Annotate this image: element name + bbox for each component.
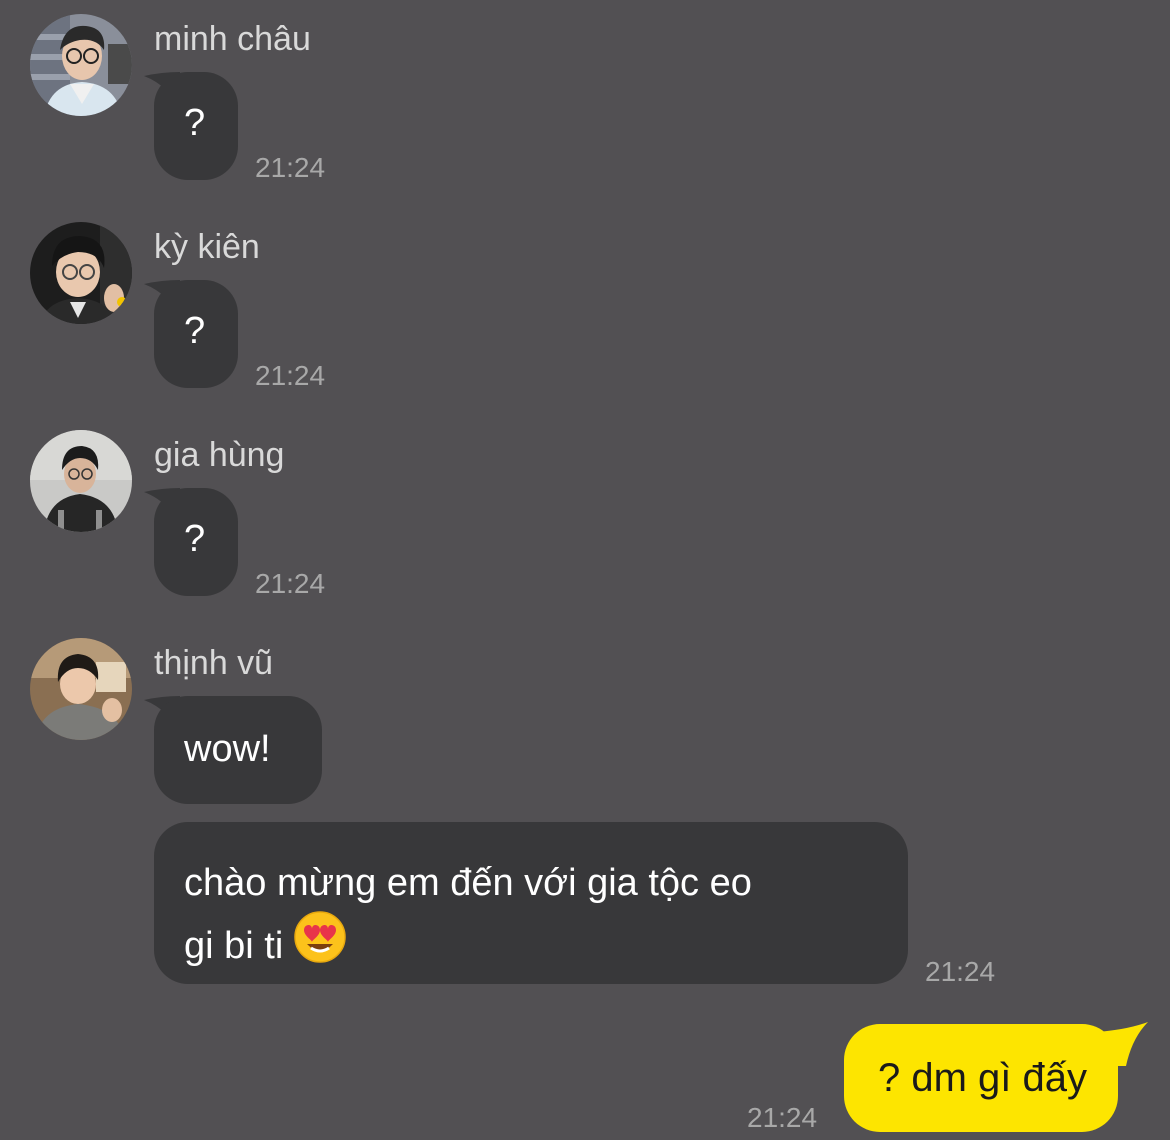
avatar-photo-icon [30, 14, 132, 116]
message-text: chào mừng em đến với gia tộc eo [184, 862, 752, 904]
message-timestamp: 21:24 [255, 152, 326, 183]
message-text: gi bi ti [184, 925, 284, 967]
message-text: ? dm gì đấy [878, 1056, 1088, 1100]
heart-eyes-emoji-icon [293, 910, 347, 979]
message-timestamp: 21:24 [255, 568, 326, 599]
message-bubble[interactable]: ? [154, 488, 238, 596]
message-text: ? [184, 310, 206, 352]
avatar[interactable] [30, 14, 132, 116]
message-bubble[interactable]: wow! [154, 696, 322, 804]
message-timestamp: 21:24 [925, 956, 996, 987]
sender-name: gia hùng [154, 436, 285, 474]
avatar[interactable] [30, 638, 132, 740]
message-text: ? [184, 518, 206, 560]
avatar-photo-icon [30, 430, 132, 532]
sender-name: kỳ kiên [154, 228, 260, 266]
avatar[interactable] [30, 222, 132, 324]
avatar-photo-icon [30, 638, 132, 740]
message-bubble[interactable]: ? [154, 72, 238, 180]
message-text: wow! [184, 728, 271, 770]
avatar[interactable] [30, 430, 132, 532]
message-bubble[interactable]: ? [154, 280, 238, 388]
sender-name: thịnh vũ [154, 644, 274, 682]
message-timestamp: 21:24 [255, 360, 326, 391]
message-timestamp: 21:24 [747, 1102, 818, 1133]
avatar-photo-icon [30, 222, 132, 324]
my-message-bubble[interactable]: ? dm gì đấy [844, 1024, 1118, 1132]
message-text: ? [184, 102, 206, 144]
sender-name: minh châu [154, 20, 311, 58]
message-bubble[interactable]: chào mừng em đến với gia tộc eo gi bi ti [154, 822, 908, 984]
message-text-line2: gi bi ti [184, 910, 908, 979]
